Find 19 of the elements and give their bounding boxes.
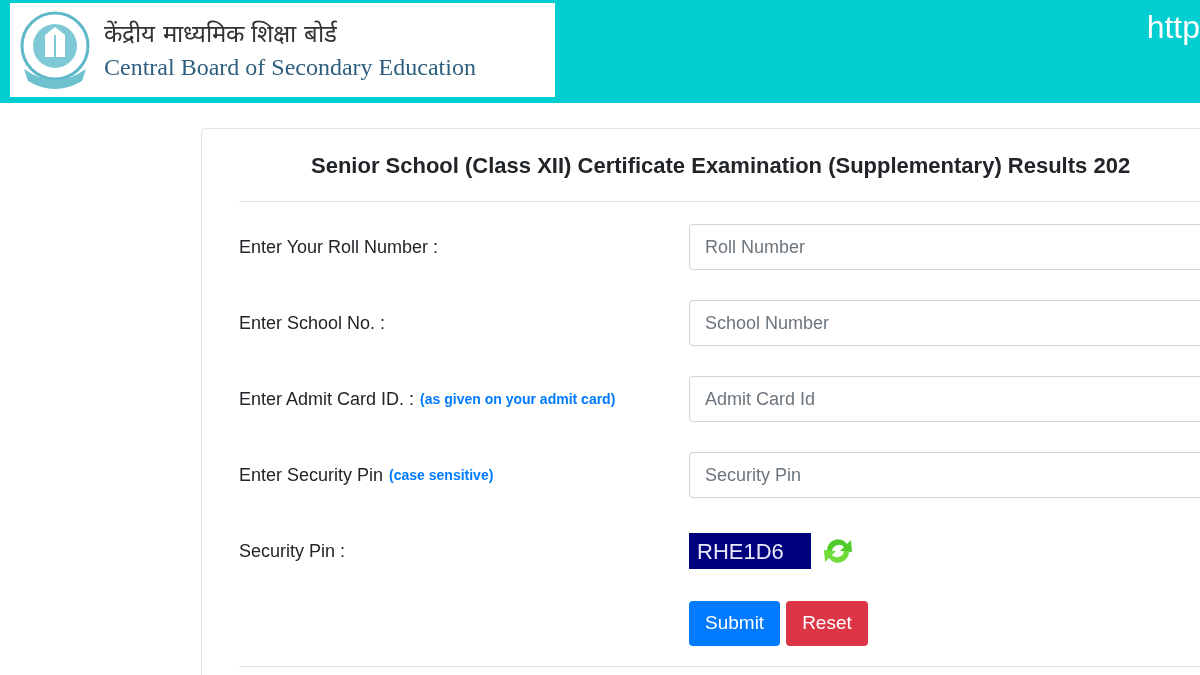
field-label: Security Pin : (239, 539, 346, 563)
logo-hindi-text: केंद्रीय माध्यमिक शिक्षा बोर्ड (104, 19, 338, 50)
field-label: Enter Security Pin (239, 463, 384, 487)
url-text: http (1146, 11, 1200, 43)
field-label: Enter Your Roll Number : (239, 235, 439, 259)
text-input-field[interactable]: Security Pin (689, 452, 1200, 498)
submit-button[interactable]: Submit (689, 601, 781, 646)
emblem-logo-icon (18, 9, 92, 91)
field-hint: (as given on your admit card) (420, 389, 616, 409)
reset-button[interactable]: Reset (786, 601, 868, 646)
field-hint: (case sensitive) (389, 465, 494, 485)
field-label: Enter Admit Card ID. : (239, 387, 415, 411)
text-input-field[interactable]: Admit Card Id (689, 376, 1200, 422)
field-label: Enter School No. : (239, 311, 386, 335)
text-input-field[interactable]: Roll Number (689, 224, 1200, 270)
form-title: Senior School (Class XII) Certificate Examination (Supplementary) Results 202 (311, 151, 1131, 180)
captcha-image: RHE1D6 (689, 533, 811, 569)
logo-english-text: Central Board of Secondary Education (104, 53, 476, 82)
text-input-field[interactable]: School Number (689, 300, 1200, 346)
